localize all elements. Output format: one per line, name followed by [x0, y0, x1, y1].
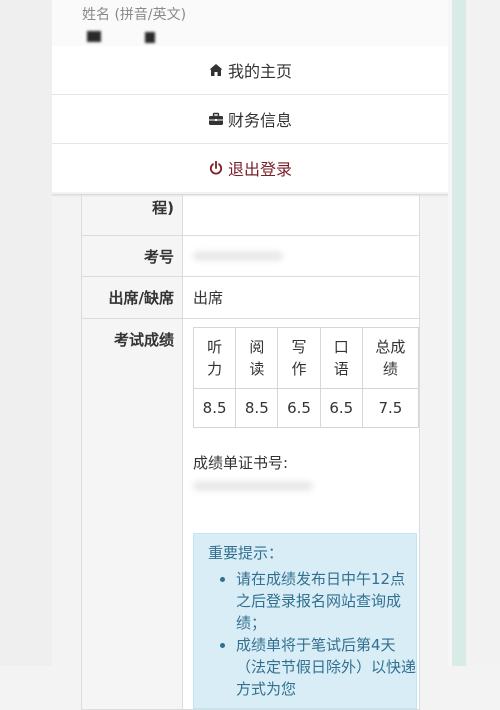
page-frame-right [452, 0, 466, 666]
blurred-candidate-number [193, 251, 283, 261]
certificate-number-label: 成绩单证书号: [193, 454, 289, 472]
row-label: 考试成绩 [81, 318, 183, 710]
score-header-speaking: 口语 [319, 327, 363, 389]
blurred-certificate-number [193, 481, 313, 491]
notice-item: 成绩单将于笔试后第4天（法定节假日除外）以快递方式为您 [236, 634, 416, 700]
page-background-left [0, 0, 52, 666]
name-header: 姓名 (拼音/英文) [52, 0, 448, 48]
results-table: 程) 考号 出席/缺席 出席 考试成绩 听力 阅读 写作 口语 总成绩 8.5 … [81, 194, 420, 710]
briefcase-icon [208, 111, 224, 127]
table-row: 考号 [81, 235, 420, 277]
table-row: 程) [81, 194, 420, 236]
menu-item-label: 退出登录 [227, 160, 292, 179]
score-value-row: 8.5 8.5 6.5 6.5 7.5 [192, 388, 420, 428]
row-label: 出席/缺席 [81, 276, 183, 319]
redacted-name-part [145, 32, 155, 43]
score-header-overall: 总成绩 [361, 327, 420, 389]
table-row: 出席/缺席 出席 [81, 276, 420, 319]
score-overall: 7.5 [361, 388, 420, 428]
menu-item-logout[interactable]: 退出登录 [52, 143, 448, 192]
menu-item-my-homepage[interactable]: 我的主页 [52, 46, 448, 94]
score-writing: 6.5 [277, 388, 321, 428]
row-label: 考号 [81, 235, 183, 277]
important-notice: 重要提示： 请在成绩发布日中午12点之后登录报名网站查询成绩； 成绩单将于笔试后… [193, 533, 417, 709]
score-header-reading: 阅读 [235, 327, 279, 389]
menu-item-label: 我的主页 [227, 62, 292, 81]
power-icon [208, 160, 224, 176]
user-dropdown-menu: 我的主页 财务信息 退出登录 [52, 46, 448, 192]
page-frame-right-outer [466, 0, 500, 666]
score-listening: 8.5 [192, 388, 237, 428]
menu-shadow [52, 194, 448, 197]
row-label: 程) [152, 199, 174, 217]
name-label: 姓名 (拼音/英文) [82, 7, 187, 23]
notice-item: 请在成绩发布日中午12点之后登录报名网站查询成绩； [236, 568, 416, 634]
notice-title: 重要提示： [208, 544, 284, 562]
score-header-listening: 听力 [192, 327, 237, 389]
menu-item-label: 财务信息 [227, 111, 292, 130]
row-value: 出席 [182, 276, 420, 319]
home-icon [208, 62, 224, 78]
score-speaking: 6.5 [319, 388, 363, 428]
menu-item-financial-info[interactable]: 财务信息 [52, 94, 448, 143]
row-value [182, 194, 420, 236]
redacted-name-part [87, 31, 101, 42]
score-header-writing: 写作 [277, 327, 321, 389]
score-table: 听力 阅读 写作 口语 总成绩 8.5 8.5 6.5 6.5 7.5 [192, 327, 420, 428]
table-row: 考试成绩 听力 阅读 写作 口语 总成绩 8.5 8.5 6.5 6.5 7.5… [81, 318, 420, 710]
score-header-row: 听力 阅读 写作 口语 总成绩 [192, 327, 420, 389]
score-reading: 8.5 [235, 388, 279, 428]
